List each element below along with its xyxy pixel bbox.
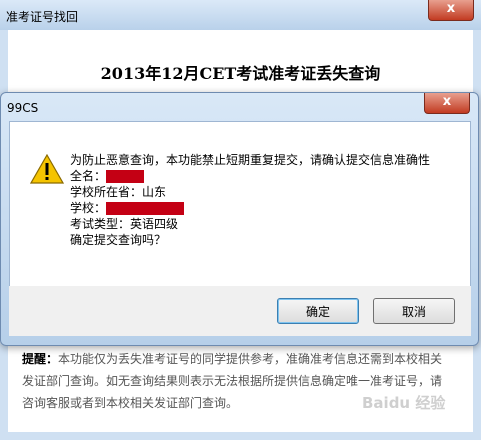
message-name-line: 全名： bbox=[70, 168, 460, 184]
background-title-bar: 准考证号找回 bbox=[0, 0, 481, 30]
dialog-footer: 确定 取消 bbox=[9, 286, 471, 336]
province-label: 学校所在省： bbox=[70, 185, 143, 199]
dialog-body: 为防止恶意查询，本功能禁止短期重复提交，请确认提交信息准确性 全名： 学校所在省… bbox=[9, 121, 471, 287]
ok-button[interactable]: 确定 bbox=[277, 298, 359, 324]
message-warning-line: 为防止恶意查询，本功能禁止短期重复提交，请确认提交信息准确性 bbox=[70, 153, 431, 167]
redacted-name bbox=[106, 170, 145, 183]
tip-label: 提醒： bbox=[22, 352, 59, 366]
cancel-button[interactable]: 取消 bbox=[373, 298, 455, 324]
dialog-close-button[interactable]: x bbox=[424, 93, 470, 114]
message-confirm-line: 确定提交查询吗？ bbox=[70, 233, 167, 247]
name-label: 全名： bbox=[70, 169, 107, 183]
background-window-title: 准考证号找回 bbox=[6, 10, 79, 24]
page-heading: 2013年12月CET考试准考证丢失查询 bbox=[100, 64, 381, 83]
background-close-button[interactable]: x bbox=[428, 0, 474, 21]
message-school-line: 学校： bbox=[70, 200, 460, 216]
confirm-dialog: 99CS x 为防止恶意查询，本功能禁止短期重复提交，请确认提交信息准确性 全名… bbox=[0, 92, 479, 346]
message-province-line: 学校所在省：山东 bbox=[70, 184, 460, 200]
province-value: 山东 bbox=[142, 185, 167, 199]
school-label: 学校： bbox=[70, 201, 107, 215]
dialog-message: 为防止恶意查询，本功能禁止短期重复提交，请确认提交信息准确性 全名： 学校所在省… bbox=[70, 152, 460, 248]
warning-icon bbox=[30, 154, 64, 184]
watermark-logo: Baidu 经验 bbox=[362, 394, 446, 412]
redacted-school bbox=[106, 202, 185, 215]
exam-type-value: 英语四级 bbox=[130, 217, 179, 231]
message-exam-type-line: 考试类型：英语四级 bbox=[70, 216, 460, 232]
dialog-title: 99CS bbox=[7, 101, 39, 115]
exam-type-label: 考试类型： bbox=[70, 217, 131, 231]
